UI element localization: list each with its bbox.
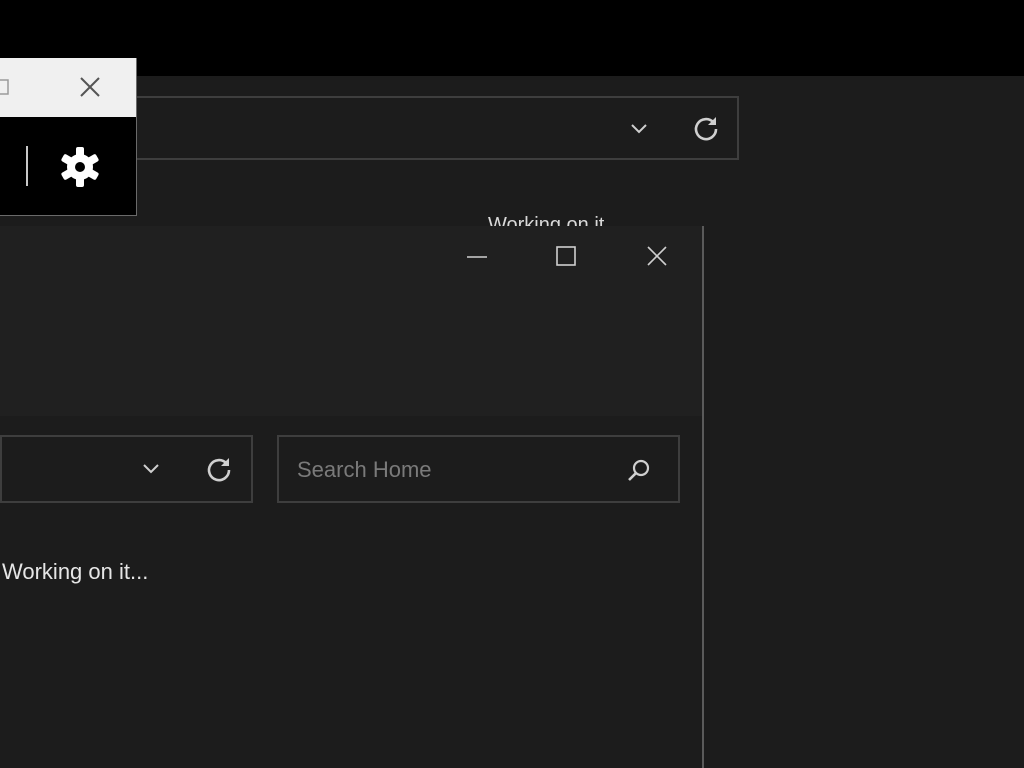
front-status-text: Working on it... [2, 559, 149, 584]
search-icon[interactable] [625, 457, 653, 485]
gear-icon[interactable] [58, 145, 102, 189]
close-icon[interactable] [646, 245, 668, 267]
front-titlebar [0, 226, 702, 416]
chevron-down-icon[interactable] [628, 120, 650, 138]
refresh-icon[interactable] [690, 112, 722, 144]
chevron-down-icon[interactable] [140, 460, 162, 478]
popup-window [0, 58, 137, 216]
front-address-bar[interactable] [0, 435, 253, 503]
search-box[interactable]: Search Home [277, 435, 680, 503]
close-icon[interactable] [78, 75, 102, 99]
popup-titlebar [0, 58, 136, 117]
minimize-icon[interactable] [466, 246, 488, 268]
front-explorer-window: Search Home Working on it... [0, 226, 704, 768]
toolbar-divider [26, 146, 28, 186]
search-placeholder[interactable]: Search Home [297, 457, 432, 483]
maximize-icon[interactable] [555, 245, 577, 267]
refresh-icon[interactable] [203, 453, 235, 485]
maximize-icon[interactable] [0, 78, 10, 96]
